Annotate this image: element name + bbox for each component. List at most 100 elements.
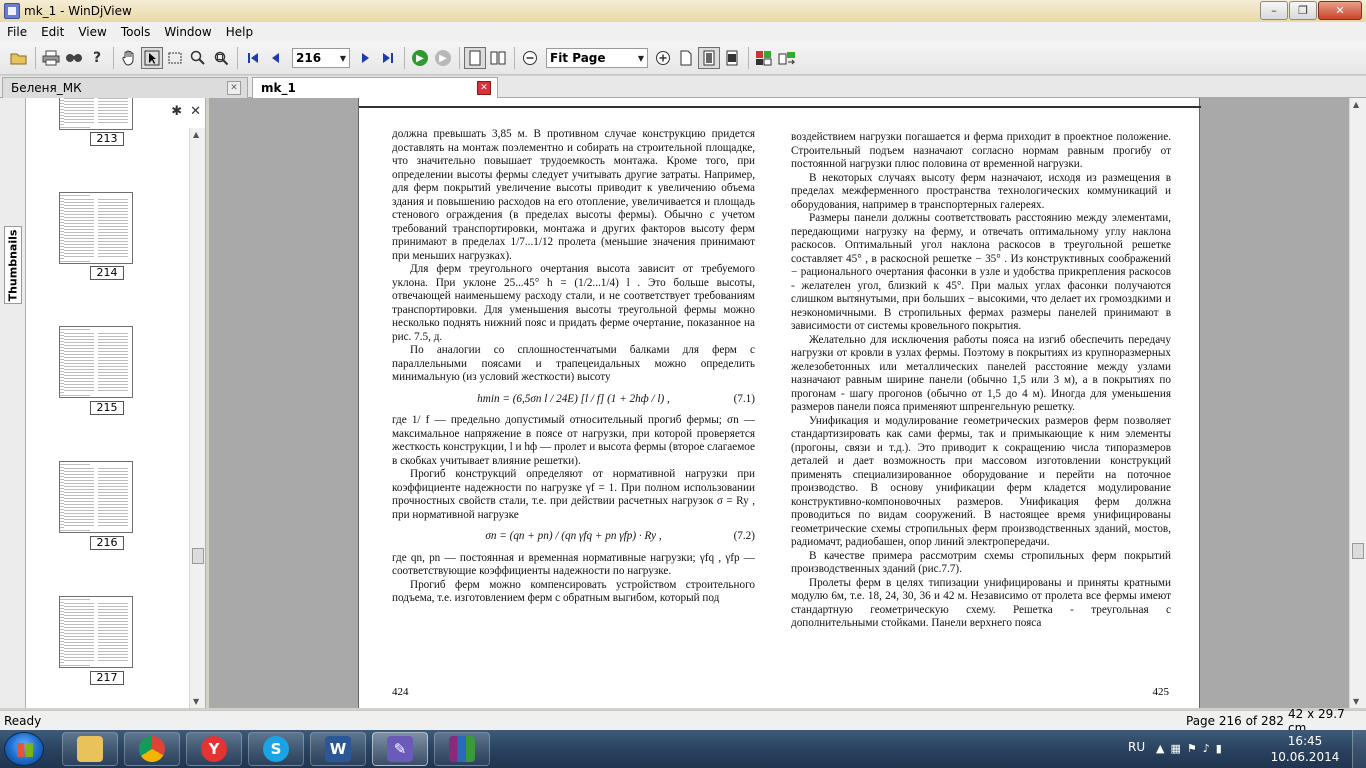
clock[interactable]: 16:45 10.06.2014 — [1270, 733, 1340, 765]
windjview-app-icon[interactable] — [4, 3, 20, 19]
go-forward-icon[interactable]: ▶ — [409, 47, 431, 69]
thumbnails-panel: ✱ ✕ 213 214 215 216 217 ▲ ▼ — [26, 98, 206, 708]
thumbnails-tab[interactable]: Thumbnails — [4, 226, 22, 304]
taskbar-windjview[interactable]: ✎ — [372, 732, 428, 766]
tab-belenya-mk[interactable]: Беленя_МК ✕ — [2, 77, 248, 98]
skype-icon: S — [263, 736, 289, 762]
hand-tool-icon[interactable] — [118, 47, 140, 69]
thumbnail-page[interactable] — [59, 98, 133, 130]
clock-time: 16:45 — [1287, 734, 1323, 748]
sidebar-tab-strip: Thumbnails — [0, 98, 26, 708]
left-page-text: должна превышать 3,85 м. В противном слу… — [392, 128, 755, 606]
taskbar-winrar[interactable] — [434, 732, 490, 766]
close-icon[interactable]: ✕ — [227, 81, 241, 95]
language-indicator[interactable]: RU — [1128, 740, 1145, 754]
rotate-icon[interactable] — [776, 47, 798, 69]
fit-width-icon[interactable] — [721, 47, 743, 69]
next-page-icon[interactable] — [354, 47, 376, 69]
rectangle-select-icon[interactable] — [164, 47, 186, 69]
menu-edit[interactable]: Edit — [34, 25, 71, 39]
paragraph: где qn, pn — постоянная и временная норм… — [392, 551, 755, 578]
start-button[interactable] — [4, 732, 44, 766]
document-view[interactable]: должна превышать 3,85 м. В противном слу… — [209, 98, 1349, 708]
scroll-down-icon[interactable]: ▼ — [1353, 697, 1359, 706]
open-folder-icon[interactable] — [8, 47, 30, 69]
yandex-browser-icon: Y — [201, 736, 227, 762]
paragraph: Унификация и модулирование геометрически… — [791, 414, 1171, 549]
tab-label: Беленя_МК — [11, 81, 82, 95]
facing-pages-icon[interactable] — [487, 47, 509, 69]
flag-icon[interactable]: ⚑ — [1187, 742, 1197, 755]
status-bar: Ready Page 216 of 282 42 x 29.7 cm — [0, 707, 1366, 735]
thumbnail-page[interactable] — [59, 596, 133, 668]
document-scrollbar[interactable]: ▲ ▼ — [1349, 98, 1366, 708]
taskbar-chrome[interactable] — [124, 732, 180, 766]
menu-tools[interactable]: Tools — [114, 25, 158, 39]
select-tool-icon[interactable] — [141, 47, 163, 69]
title-bar[interactable]: mk_1 - WinDjView – ❐ ✕ — [0, 0, 1366, 22]
print-icon[interactable] — [40, 47, 62, 69]
thumbnails-scrollbar[interactable]: ▲ ▼ — [189, 128, 205, 708]
show-hidden-icons-icon[interactable]: ▲ — [1156, 742, 1164, 755]
thumbnail-label: 216 — [90, 536, 124, 550]
close-icon[interactable]: ✕ — [477, 81, 491, 95]
paragraph: В некоторых случаях высоту ферм назначаю… — [791, 171, 1171, 211]
thumbnail-page[interactable] — [59, 326, 133, 398]
go-back-icon[interactable]: ▶ — [432, 47, 454, 69]
zoom-in-icon[interactable] — [652, 47, 674, 69]
find-icon[interactable] — [63, 47, 85, 69]
scrollbar-thumb[interactable] — [1352, 543, 1364, 559]
left-page-number: 424 — [392, 686, 409, 698]
network-icon[interactable]: ▦ — [1170, 742, 1180, 755]
status-page-count: Page 216 of 282 — [1186, 713, 1284, 728]
last-page-icon[interactable] — [377, 47, 399, 69]
scroll-up-icon[interactable]: ▲ — [1353, 100, 1359, 109]
paragraph: По аналогии со сплошностенчатыми балками… — [392, 344, 755, 383]
close-button[interactable]: ✕ — [1318, 1, 1362, 20]
thumbnails-header: ✱ ✕ — [171, 104, 201, 119]
paragraph: воздействием нагрузки погашается и ферма… — [791, 131, 1171, 170]
battery-icon[interactable]: ▮ — [1216, 742, 1222, 755]
scroll-up-icon[interactable]: ▲ — [193, 130, 199, 139]
menu-view[interactable]: View — [71, 25, 113, 39]
zoom-combo[interactable]: Fit Page ▼ — [546, 48, 648, 68]
toolbar-separator — [514, 47, 515, 69]
settings-icon[interactable]: ✱ — [171, 104, 182, 119]
volume-icon[interactable]: ♪ — [1203, 742, 1210, 755]
tab-mk-1[interactable]: mk_1 ✕ — [252, 77, 498, 98]
display-mode-icon[interactable] — [753, 47, 775, 69]
thumbnail-page[interactable] — [59, 192, 133, 264]
zoom-icon[interactable] — [187, 47, 209, 69]
page-number-combo[interactable]: 216 ▼ — [292, 48, 350, 68]
show-desktop-button[interactable] — [1352, 730, 1366, 768]
zoom-out-icon[interactable] — [519, 47, 541, 69]
scrollbar-thumb[interactable] — [192, 548, 204, 564]
page-divider-line — [359, 106, 1201, 108]
menu-file[interactable]: File — [0, 25, 34, 39]
thumbnail-label: 217 — [90, 671, 124, 685]
folder-icon — [77, 736, 103, 762]
taskbar-yandex[interactable]: Y — [186, 732, 242, 766]
formula-text: hmin = (6,5σn l / 24E) [l / f] (1 + 2hф … — [477, 392, 670, 405]
menu-bar: File Edit View Tools Window Help — [0, 22, 1366, 42]
single-page-icon[interactable] — [464, 47, 486, 69]
scroll-down-icon[interactable]: ▼ — [193, 697, 199, 706]
help-icon[interactable]: ? — [86, 47, 108, 69]
actual-size-icon[interactable] — [675, 47, 697, 69]
menu-help[interactable]: Help — [219, 25, 260, 39]
first-page-icon[interactable] — [242, 47, 264, 69]
close-icon[interactable]: ✕ — [190, 104, 201, 119]
taskbar-word[interactable]: W — [310, 732, 366, 766]
taskbar-explorer[interactable] — [62, 732, 118, 766]
fit-page-icon[interactable] — [698, 47, 720, 69]
toolbar-separator — [404, 47, 405, 69]
thumbnail-page-current[interactable] — [59, 461, 133, 533]
menu-window[interactable]: Window — [157, 25, 218, 39]
restore-button[interactable]: ❐ — [1289, 1, 1317, 20]
previous-page-icon[interactable] — [265, 47, 287, 69]
minimize-button[interactable]: – — [1260, 1, 1288, 20]
zoom-rect-icon[interactable] — [210, 47, 232, 69]
taskbar-skype[interactable]: S — [248, 732, 304, 766]
equation-number: (7.2) — [733, 530, 755, 542]
toolbar-separator — [459, 47, 460, 69]
